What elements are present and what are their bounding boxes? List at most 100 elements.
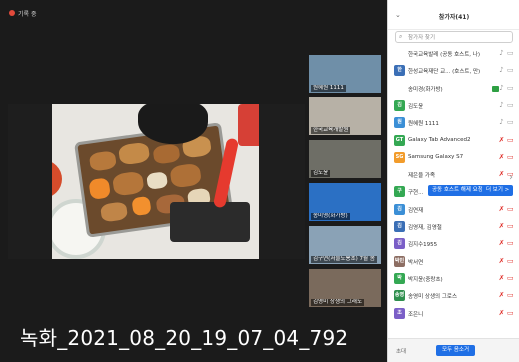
search-input[interactable] [408, 33, 508, 42]
participant-row[interactable]: 구 구현... 공동 호스트 해제 요청 더 보기 > [388, 183, 519, 200]
mic-icon[interactable]: ✗ [498, 239, 505, 248]
food-piece [152, 143, 181, 165]
participant-search[interactable]: ⌕ [395, 31, 513, 43]
avatar: 원 [394, 117, 405, 129]
participant-name: Samsung Galaxy S7 [408, 153, 464, 160]
mic-icon[interactable]: ♪ [498, 101, 505, 110]
participant-name: 김영재, 김영철 [408, 225, 442, 231]
thumbnail-video[interactable]: 송미영(화가방) [309, 183, 381, 221]
avatar: 김 [394, 99, 405, 111]
mic-icon[interactable]: ✗ [498, 291, 505, 300]
participant-row[interactable]: 박민 박서연 ✗ ▭ [388, 253, 519, 270]
camera-icon[interactable]: ▭ [507, 222, 517, 231]
mic-icon[interactable]: ♪ [498, 66, 505, 75]
participant-name: 김지수1955 [408, 242, 438, 249]
camera-icon[interactable]: ▭ [507, 101, 517, 110]
mic-icon[interactable]: ✗ [498, 136, 505, 145]
mic-icon[interactable]: ✗ [498, 309, 505, 318]
thumbnail-name: 김영미 상생의 그래도 [311, 299, 365, 306]
camera-icon[interactable]: ▭ [507, 136, 517, 145]
active-speaker-video[interactable] [8, 104, 305, 259]
camera-icon[interactable]: ▭ [507, 309, 517, 318]
avatar: SG [394, 151, 405, 163]
participant-name: 송미경(화가방) [408, 86, 443, 93]
camera-icon[interactable]: ▭ [507, 205, 517, 214]
kitchen-scale [170, 202, 250, 242]
food-piece [111, 170, 145, 197]
camera-icon[interactable]: ▭ [507, 274, 517, 283]
cooking-video-frame [52, 104, 259, 259]
avatar [394, 169, 405, 181]
camera-icon[interactable]: ▭ [507, 291, 517, 300]
camera-icon[interactable]: ▭ [507, 66, 517, 75]
thumbnail-video[interactable]: 김영미 상생의 그래도 [309, 269, 381, 307]
camera-icon[interactable]: ▭ [507, 153, 517, 162]
avatar [394, 82, 405, 94]
participant-name: 원혜원 1111 [408, 121, 439, 128]
recording-icon [9, 10, 15, 16]
thumbnail-video[interactable]: 원혜원 1111 [309, 55, 381, 93]
mic-icon[interactable]: ✗ [498, 205, 505, 214]
participant-name: 한국교육발레 (공동 호스트, 나) [408, 52, 481, 58]
food-piece [169, 162, 203, 189]
potato-piece [146, 171, 169, 190]
avatar: 김 [394, 203, 405, 215]
avatar: 박민 [394, 255, 405, 267]
carrot-piece [131, 195, 152, 217]
sauce-bowl [52, 160, 62, 198]
mute-all-button[interactable]: 모두 음소거 [436, 345, 476, 356]
thumbnail-name: 김도윤 [311, 170, 331, 177]
carrot-piece [88, 177, 111, 200]
video-stage: 기록 중 원혜원 1111 한국교육개발원 김도윤 송미영(화가방) 김구연(서… [0, 0, 387, 362]
participant-row[interactable]: 박 박지윤(중랑초) ✗ ▭ [388, 270, 519, 287]
participant-row[interactable]: 조 조은니 ✗ ▭ [388, 305, 519, 322]
camera-icon[interactable]: ▭ [507, 118, 517, 127]
participant-row[interactable]: SG Samsung Galaxy S7 ✗ ▭ [388, 149, 519, 166]
participant-row[interactable]: 김 김도윤 ♪ ▭ [388, 97, 519, 114]
more-button[interactable]: 더 보기 > [482, 185, 514, 197]
participant-row[interactable]: 한 한성교육재단 교... (호스트, 만) ♪ ▭ [388, 62, 519, 79]
mic-icon[interactable]: ✗ [498, 153, 505, 162]
participant-row[interactable]: 송영 송영미 상생의 그로스 ✗ ▭ [388, 287, 519, 304]
thumbnail-name: 송미영(화가방) [311, 213, 350, 220]
avatar: 송영 [394, 290, 405, 302]
panel-footer: 초대 모두 음소거 [388, 338, 519, 362]
avatar: GT [394, 134, 405, 146]
mic-icon[interactable]: ✗ [498, 222, 505, 231]
food-piece [117, 141, 151, 166]
participant-row[interactable]: 한국교육발레 (공동 호스트, 나) ♪ ▭ [388, 45, 519, 62]
camera-icon[interactable]: ▭ [507, 239, 517, 248]
red-cup [238, 104, 259, 146]
participant-name: 김연재 [408, 207, 424, 214]
camera-icon[interactable]: ▭ [507, 49, 517, 58]
food-piece [88, 150, 117, 172]
meeting-topbar: 기록 중 [0, 0, 387, 22]
participant-row[interactable]: 김 김영재, 김영철 ✗ ▭ [388, 218, 519, 235]
mic-icon[interactable]: ✗ [498, 257, 505, 266]
camera-icon[interactable]: ▭ [507, 84, 517, 93]
thumbnail-name: 원혜원 1111 [311, 85, 346, 92]
participant-row[interactable]: 원 원혜원 1111 ♪ ▭ [388, 114, 519, 131]
camera-icon[interactable]: ▭ [507, 257, 517, 266]
thumbnail-video[interactable]: 김구연(서울도봉초) 7월 봄 [309, 226, 381, 264]
invite-button[interactable]: 초대 [396, 347, 406, 355]
participant-row[interactable]: 송미경(화가방) ♪ ▭ [388, 80, 519, 97]
participant-row[interactable]: 김 김지수1955 ✗ ▭ [388, 235, 519, 252]
panel-title: 참가자(41) [438, 14, 470, 21]
mic-icon[interactable]: ✗ [498, 170, 505, 179]
recording-label: 기록 중 [18, 11, 37, 18]
mic-icon[interactable]: ✗ [498, 274, 505, 283]
search-icon: ⌕ [399, 33, 403, 40]
cohost-revoke-button[interactable]: 공동 호스트 해제 요청 [428, 185, 487, 197]
mic-icon[interactable]: ♪ [498, 84, 505, 93]
thumbnail-video[interactable]: 한국교육개발원 [309, 97, 381, 135]
food-piece [99, 201, 129, 223]
participant-row[interactable]: 제은을 가족 ✗ ▭ [388, 166, 519, 183]
participant-row[interactable]: 김 김연재 ✗ ▭ [388, 201, 519, 218]
mic-icon[interactable]: ♪ [498, 49, 505, 58]
mic-icon[interactable]: ♪ [498, 118, 505, 127]
participant-name: 송영미 상생의 그로스 [408, 294, 458, 301]
participant-row[interactable]: GT Galaxy Tab Advanced2 ✗ ▭ [388, 132, 519, 149]
thumbnail-video-active[interactable]: 김도윤 [309, 140, 381, 178]
chevron-right-icon[interactable]: › [509, 172, 513, 183]
